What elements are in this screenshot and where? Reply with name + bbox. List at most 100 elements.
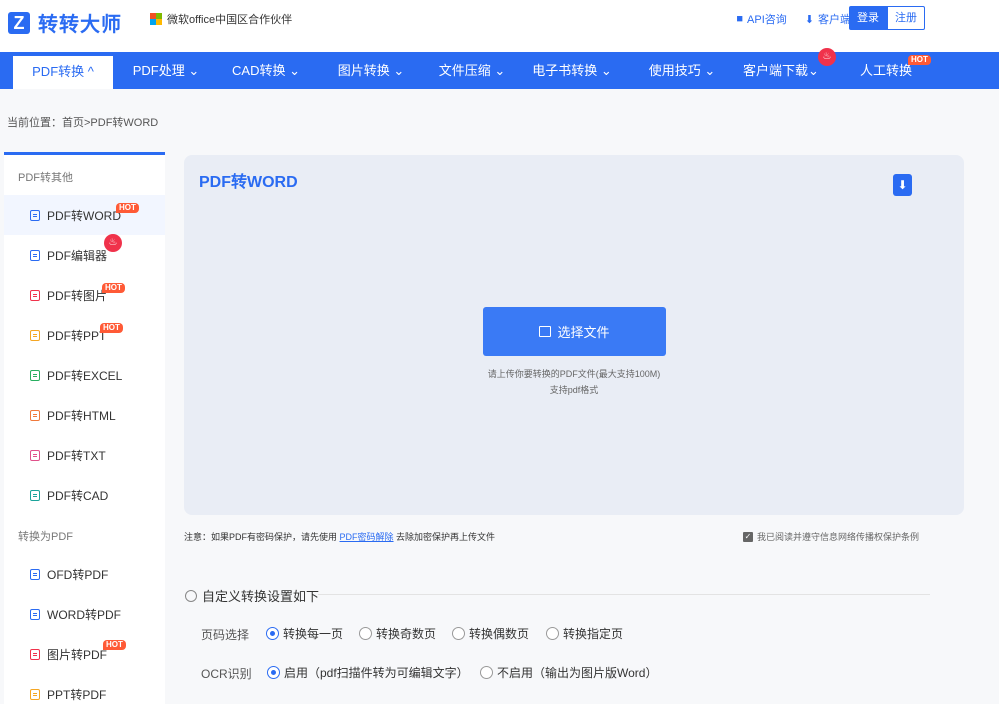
nav-image-convert[interactable]: 图片转换 ⌄: [329, 52, 413, 89]
radio-label: 转换偶数页: [469, 627, 530, 641]
sidebar-item-pdf-editor[interactable]: PDF编辑器: [4, 235, 165, 275]
hot-badge: HOT: [908, 55, 931, 65]
agree-checkbox[interactable]: ✓ 我已阅读并遵守信息网络传播权保护条例: [743, 530, 919, 543]
sidebar-item-label: 图片转PDF: [47, 647, 108, 662]
excel-file-icon: [30, 369, 40, 381]
image-file-icon: [30, 648, 40, 660]
download-icon[interactable]: ⬇: [893, 174, 912, 196]
radio-dot: [266, 627, 279, 640]
brand-logo[interactable]: Z 转转大师: [8, 8, 122, 37]
sidebar-item-pdf-to-ppt[interactable]: PDF转PPT: [4, 315, 165, 355]
radio-ocr-enable[interactable]: 启用（pdf扫描件转为可编辑文字）: [267, 664, 469, 681]
ppt-file-icon: [30, 329, 40, 341]
flame-icon: ♨: [818, 48, 836, 66]
hot-badge: HOT: [102, 283, 125, 293]
nav-pdf-convert[interactable]: PDF转换 ^: [13, 56, 113, 89]
ocr-label: OCR识别: [201, 667, 252, 681]
radio-specific-pages[interactable]: 转换指定页: [546, 625, 623, 642]
sidebar-item-label: PDF转TXT: [47, 448, 106, 463]
password-notice: 注意：如果PDF有密码保护，请先使用 PDF密码解除 去除加密保护再上传文件: [184, 530, 495, 543]
flame-icon: ♨: [104, 234, 122, 252]
sidebar-item-pdf-to-excel[interactable]: PDF转EXCEL: [4, 355, 165, 395]
sidebar-item-pdf-to-txt[interactable]: PDF转TXT: [4, 435, 165, 475]
settings-divider: [318, 594, 930, 595]
check-icon: ✓: [743, 531, 753, 542]
nav-compress[interactable]: 文件压缩 ⌄: [426, 52, 518, 89]
sidebar-item-label: PDF转PPT: [47, 328, 107, 343]
panel-title: PDF转WORD: [199, 174, 298, 191]
sidebar-item-label: PDF编辑器: [47, 248, 108, 263]
radio-label: 不启用（输出为图片版Word）: [497, 666, 658, 680]
notice-suffix: 去除加密保护再上传文件: [393, 532, 496, 542]
partner-text: 微软office中国区合作伙伴: [167, 14, 293, 26]
hot-badge: HOT: [100, 323, 123, 333]
sidebar-item-label: OFD转PDF: [47, 567, 109, 582]
sidebar-item-ofd-to-pdf[interactable]: OFD转PDF: [4, 554, 165, 594]
sidebar-item-label: PDF转EXCEL: [47, 368, 123, 383]
hot-badge: HOT: [103, 640, 126, 650]
radio-even-pages[interactable]: 转换偶数页: [452, 625, 529, 642]
nav-tips[interactable]: 使用技巧 ⌄: [640, 52, 724, 89]
api-consult-link[interactable]: ■ API咨询: [736, 11, 786, 27]
sidebar-item-pdf-to-cad[interactable]: PDF转CAD: [4, 475, 165, 515]
sidebar-group-to-pdf: 转换为PDF: [18, 531, 73, 543]
settings-title-text: 自定义转换设置如下: [202, 589, 320, 604]
logo-mark: Z: [8, 11, 30, 34]
radio-dot: [359, 627, 372, 640]
radio-label: 转换指定页: [563, 627, 624, 641]
register-button[interactable]: 注册: [887, 6, 925, 30]
chat-icon: ■: [736, 13, 744, 25]
select-file-label: 选择文件: [557, 325, 610, 340]
agree-label: 我已阅读并遵守信息网络传播权保护条例: [757, 532, 920, 542]
radio-dot: [267, 666, 280, 679]
upload-hint-size: 请上传你要转换的PDF文件(最大支持100M): [487, 369, 661, 379]
breadcrumb: 当前位置：首页>PDF转WORD: [7, 117, 159, 129]
microsoft-icon: [150, 13, 162, 25]
upload-icon: [539, 326, 552, 337]
sidebar-item-word-to-pdf[interactable]: WORD转PDF: [4, 594, 165, 634]
nav-client-download[interactable]: 客户端下载⌄: [735, 52, 827, 89]
sidebar-item-label: PDF转HTML: [47, 408, 116, 423]
sidebar-item-ppt-to-pdf[interactable]: PPT转PDF: [4, 674, 165, 704]
nav-pdf-process[interactable]: PDF处理 ⌄: [124, 52, 208, 89]
radio-dot: [480, 666, 493, 679]
nav-ebook[interactable]: 电子书转换 ⌄: [526, 52, 618, 89]
api-consult-label: API咨询: [747, 14, 787, 26]
ppt-file-icon: [30, 688, 40, 700]
sidebar-item-pdf-to-image[interactable]: PDF转图片: [4, 275, 165, 315]
notice-prefix: 注意：如果PDF有密码保护，请先使用: [184, 532, 340, 542]
sidebar-item-pdf-to-html[interactable]: PDF转HTML: [4, 395, 165, 435]
radio-label: 启用（pdf扫描件转为可编辑文字）: [284, 666, 469, 680]
client-label: 客户端: [818, 14, 851, 26]
sidebar-group-pdf-to-other: PDF转其他: [18, 172, 73, 184]
radio-label: 转换每一页: [283, 627, 344, 641]
download-arrow-icon: ⬇: [804, 13, 814, 26]
sidebar-item-label: PDF转WORD: [47, 208, 121, 223]
radio-every-page[interactable]: 转换每一页: [266, 625, 343, 642]
nav-cad-convert[interactable]: CAD转换 ⌄: [224, 52, 308, 89]
top-header: Z 转转大师 微软office中国区合作伙伴 ■ API咨询 ⬇ 客户端 登录 …: [0, 0, 999, 52]
sidebar-item-label: PDF转CAD: [47, 488, 109, 503]
sidebar-item-label: PDF转图片: [47, 288, 108, 303]
sidebar-item-label: PPT转PDF: [47, 687, 107, 702]
client-download-link[interactable]: ⬇ 客户端: [805, 11, 851, 27]
ofd-file-icon: [30, 568, 40, 580]
sidebar-item-pdf-to-word[interactable]: PDF转WORD: [4, 195, 165, 235]
editor-icon: [30, 249, 40, 261]
sidebar-item-image-to-pdf[interactable]: 图片转PDF: [4, 634, 165, 674]
sidebar: PDF转其他 PDF转WORD HOT PDF编辑器 ♨ PDF转图片 HOT …: [4, 152, 165, 704]
pdf-unlock-link[interactable]: PDF密码解除: [340, 532, 394, 542]
select-file-button[interactable]: 选择文件: [483, 307, 666, 356]
radio-label: 转换奇数页: [376, 627, 437, 641]
radio-ocr-disable[interactable]: 不启用（输出为图片版Word）: [480, 664, 657, 681]
logo-text: 转转大师: [38, 14, 122, 36]
image-file-icon: [30, 289, 40, 301]
radio-odd-pages[interactable]: 转换奇数页: [359, 625, 436, 642]
txt-file-icon: [30, 449, 40, 461]
login-button[interactable]: 登录: [849, 6, 887, 30]
upload-hint-format: 支持pdf格式: [549, 385, 599, 395]
cad-file-icon: [30, 489, 40, 501]
upload-panel[interactable]: PDF转WORD ⬇ 选择文件 请上传你要转换的PDF文件(最大支持100M) …: [184, 155, 964, 515]
word-file-icon: [30, 209, 40, 221]
radio-dot: [546, 627, 559, 640]
